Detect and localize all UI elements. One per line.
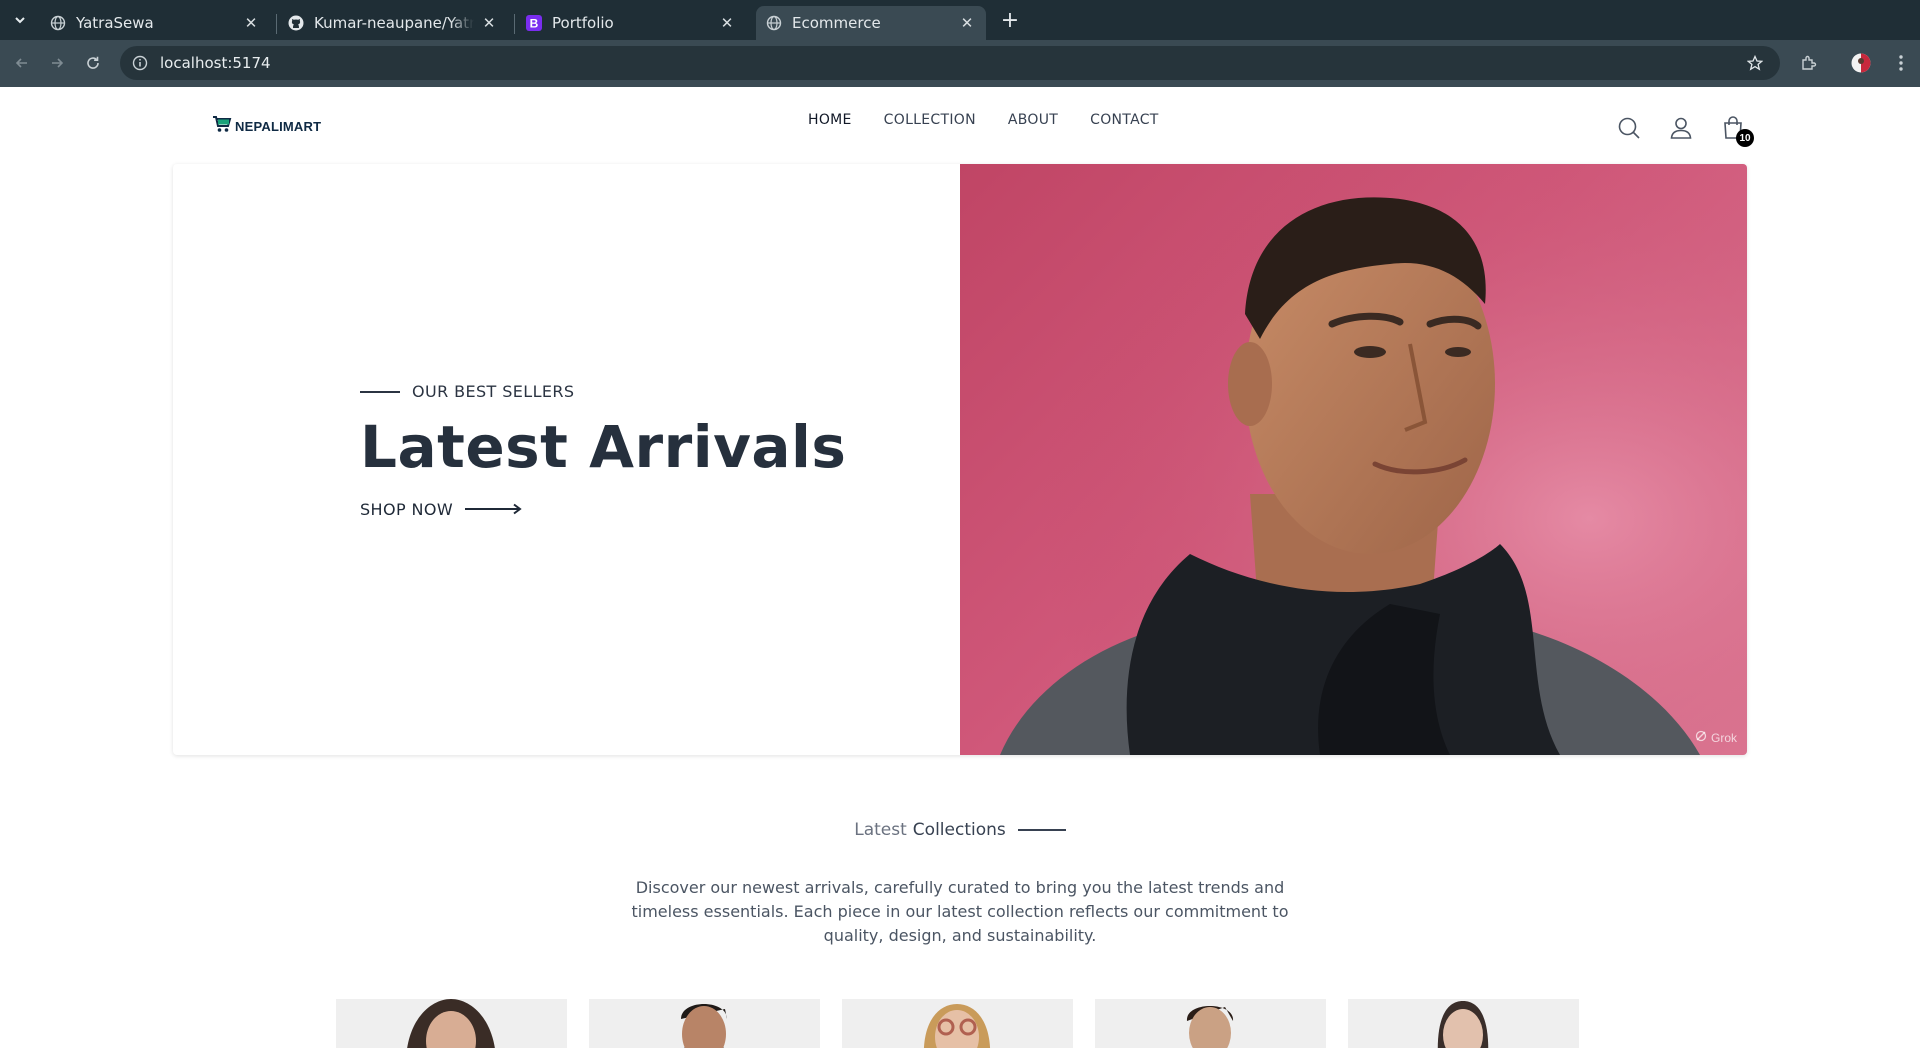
latest-collections-description: Discover our newest arrivals, carefully … xyxy=(631,878,1289,945)
bootstrap-icon: B xyxy=(526,15,542,31)
back-icon[interactable] xyxy=(9,50,35,76)
site-logo[interactable]: NEPALIMART xyxy=(212,114,321,138)
globe-icon xyxy=(766,15,782,31)
extensions-icon[interactable] xyxy=(1796,50,1822,76)
tab-search-dropdown-icon[interactable] xyxy=(8,8,32,32)
hero-text-panel: OUR BEST SELLERS Latest Arrivals SHOP NO… xyxy=(173,164,960,755)
profile-avatar-icon[interactable] xyxy=(1848,50,1874,76)
product-image xyxy=(336,999,567,1048)
tab-close-icon[interactable]: ✕ xyxy=(718,14,736,32)
hero-model-photo xyxy=(960,164,1747,755)
main-nav: HOME COLLECTION ABOUT CONTACT xyxy=(808,112,1159,128)
hero-image: Grok xyxy=(960,164,1747,755)
reload-icon[interactable] xyxy=(80,50,106,76)
tab-title: Portfolio xyxy=(552,14,614,32)
cart-icon[interactable]: 10 xyxy=(1718,113,1754,147)
svg-text:B: B xyxy=(530,17,539,31)
product-image xyxy=(842,999,1073,1048)
watermark-text: Grok xyxy=(1710,730,1737,745)
browser-toolbar: localhost:5174 xyxy=(0,40,1920,87)
tab-portfolio[interactable]: B Portfolio ✕ xyxy=(516,6,746,40)
browser-tabbar: YatraSewa ✕ Kumar-neaupane/YatraSewa ✕ B… xyxy=(0,0,1920,40)
product-grid xyxy=(336,999,1579,1048)
heading-line xyxy=(1017,829,1066,831)
arrow-right-icon xyxy=(465,503,523,515)
shop-now-label: SHOP NOW xyxy=(360,499,454,519)
heading-part-2: Collections xyxy=(912,820,1006,840)
logo-text: NEPALIMART xyxy=(235,118,322,134)
tab-separator xyxy=(276,14,277,34)
hero-banner: OUR BEST SELLERS Latest Arrivals SHOP NO… xyxy=(173,164,1747,755)
product-card[interactable] xyxy=(589,999,820,1048)
product-card[interactable] xyxy=(336,999,567,1048)
bookmark-star-icon[interactable] xyxy=(1744,52,1766,74)
product-image xyxy=(1348,999,1579,1048)
product-card[interactable] xyxy=(842,999,1073,1048)
site-header: NEPALIMART HOME COLLECTION ABOUT CONTACT… xyxy=(172,87,1754,163)
nav-about[interactable]: ABOUT xyxy=(1008,112,1058,128)
nav-collection[interactable]: COLLECTION xyxy=(884,112,976,128)
browser-menu-icon[interactable] xyxy=(1888,50,1914,76)
tab-separator xyxy=(514,14,515,34)
product-card[interactable] xyxy=(1095,999,1326,1048)
tab-close-icon[interactable]: ✕ xyxy=(958,14,976,32)
cart-count-badge: 10 xyxy=(1736,129,1754,147)
search-icon[interactable] xyxy=(1614,113,1644,143)
heading-part-1: Latest xyxy=(854,820,907,840)
site-info-icon[interactable] xyxy=(130,53,150,73)
nav-contact[interactable]: CONTACT xyxy=(1090,112,1159,128)
page-content: NEPALIMART HOME COLLECTION ABOUT CONTACT… xyxy=(0,87,1920,1048)
tab-github[interactable]: Kumar-neaupane/YatraSewa ✕ xyxy=(278,6,508,40)
product-card[interactable] xyxy=(1348,999,1579,1048)
new-tab-button[interactable]: + xyxy=(996,8,1024,33)
tab-title: YatraSewa xyxy=(76,14,154,32)
nav-home[interactable]: HOME xyxy=(808,112,852,128)
tab-ecommerce[interactable]: Ecommerce ✕ xyxy=(756,6,986,40)
grok-icon xyxy=(1695,730,1707,745)
product-image xyxy=(1095,999,1326,1048)
user-icon[interactable] xyxy=(1666,113,1696,143)
latest-collections-heading: Latest Collections xyxy=(0,820,1920,840)
eyebrow-line xyxy=(360,390,400,393)
tab-title: Ecommerce xyxy=(792,14,881,32)
grok-watermark: Grok xyxy=(1695,730,1737,745)
header-actions: 10 xyxy=(1614,113,1754,147)
address-bar[interactable]: localhost:5174 xyxy=(120,46,1780,80)
github-icon xyxy=(288,15,304,31)
product-image xyxy=(589,999,820,1048)
hero-text: OUR BEST SELLERS Latest Arrivals SHOP NO… xyxy=(360,382,846,519)
tab-yatrasewa[interactable]: YatraSewa ✕ xyxy=(40,6,270,40)
globe-icon xyxy=(50,15,66,31)
tab-title: Kumar-neaupane/YatraSewa xyxy=(314,14,474,32)
eyebrow-text: OUR BEST SELLERS xyxy=(412,382,575,401)
shopping-cart-logo-icon xyxy=(212,114,232,138)
forward-icon[interactable] xyxy=(44,50,70,76)
tab-close-icon[interactable]: ✕ xyxy=(242,14,260,32)
address-url: localhost:5174 xyxy=(160,54,271,72)
shop-now-button[interactable]: SHOP NOW xyxy=(360,500,846,519)
hero-eyebrow: OUR BEST SELLERS xyxy=(360,382,846,401)
hero-title: Latest Arrivals xyxy=(360,413,847,481)
tab-close-icon[interactable]: ✕ xyxy=(480,14,498,32)
